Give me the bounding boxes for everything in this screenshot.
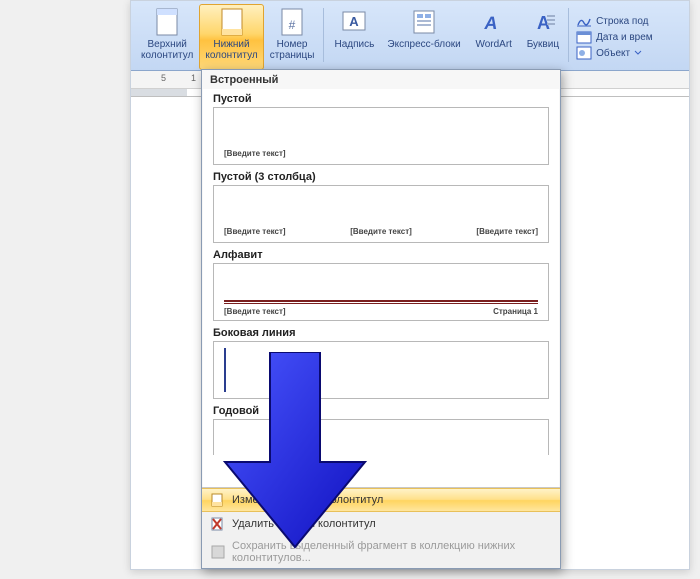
gallery-item-alphabet[interactable]: Алфавит [Введите текст] Страница 1 — [203, 245, 559, 321]
gallery-item-title: Алфавит — [213, 249, 549, 263]
ribbon-label: колонтитул — [141, 50, 193, 61]
gallery-item-sideline[interactable]: Боковая линия — [203, 323, 559, 399]
placeholder-text: [Введите текст] — [350, 227, 412, 236]
edit-footer-action[interactable]: Изменить нижний колонтитул — [202, 488, 560, 512]
text-box-icon: A — [340, 7, 368, 37]
ruler-mark: 5 — [161, 73, 166, 83]
ribbon-label: Номер — [277, 39, 308, 50]
object-icon — [576, 46, 592, 60]
placeholder-text: [Введите текст] — [224, 227, 286, 236]
gallery-item-title: Годовой — [213, 405, 549, 419]
remove-footer-action[interactable]: Удалить нижний колонтитул — [202, 512, 560, 536]
ribbon-separator — [323, 8, 324, 62]
drop-cap-icon: A — [529, 7, 557, 37]
ribbon-label: колонтитул — [205, 50, 257, 61]
svg-text:A: A — [350, 14, 360, 29]
gallery-item-title: Пустой (3 столбца) — [213, 171, 549, 185]
ribbon: Верхний колонтитул Нижний колонтитул # Н… — [131, 1, 689, 71]
ribbon-label: WordArt — [475, 39, 512, 50]
ribbon-small-label: Дата и врем — [596, 32, 653, 43]
ribbon-small-group: Строка под Дата и врем Объект — [572, 4, 657, 70]
chevron-down-icon — [634, 49, 642, 57]
signature-icon — [576, 14, 592, 28]
ribbon-label: Надпись — [335, 39, 375, 50]
text-box-button[interactable]: A Надпись — [327, 4, 381, 70]
placeholder-text: [Введите текст] — [476, 227, 538, 236]
quick-parts-icon — [410, 7, 438, 37]
footer-gallery-dropdown: Встроенный Пустой [Введите текст] Пустой… — [201, 69, 561, 569]
drop-cap-button[interactable]: A Буквиц — [521, 4, 565, 70]
gallery-preview: [Введите текст] Страница 1 — [213, 263, 549, 321]
ribbon-separator — [568, 8, 569, 62]
header-top-button[interactable]: Верхний колонтитул — [135, 4, 199, 70]
action-label: Сохранить выделенный фрагмент в коллекци… — [232, 540, 552, 564]
page-footer-icon — [218, 7, 246, 37]
footer-gallery[interactable]: Пустой [Введите текст] Пустой (3 столбца… — [203, 89, 559, 487]
decorative-rule — [224, 303, 538, 304]
gallery-item-empty[interactable]: Пустой [Введите текст] — [203, 89, 559, 165]
wordart-icon: A — [480, 7, 508, 37]
app-window: Верхний колонтитул Нижний колонтитул # Н… — [130, 0, 690, 570]
svg-text:A: A — [483, 13, 499, 33]
wordart-button[interactable]: A WordArt — [467, 4, 521, 70]
ribbon-label: Нижний — [213, 39, 249, 50]
ribbon-label: Экспресс-блоки — [387, 39, 460, 50]
dropdown-footer: Изменить нижний колонтитул Удалить нижни… — [202, 487, 560, 568]
page-header-icon — [153, 7, 181, 37]
ribbon-label: страницы — [270, 50, 315, 61]
placeholder-text: [Введите текст] — [224, 307, 286, 316]
action-label: Удалить нижний колонтитул — [232, 518, 376, 530]
gallery-section-header: Встроенный — [202, 70, 560, 89]
signature-line-button[interactable]: Строка под — [576, 13, 653, 29]
ribbon-label: Верхний — [147, 39, 186, 50]
ribbon-small-label: Объект — [596, 48, 630, 59]
gallery-preview: [Введите текст] [Введите текст] [Введите… — [213, 185, 549, 243]
gallery-item-annual[interactable]: Годовой — [203, 401, 559, 455]
edit-icon — [210, 492, 226, 508]
date-time-button[interactable]: Дата и врем — [576, 29, 653, 45]
gallery-preview — [213, 419, 549, 455]
page-number-button[interactable]: # Номер страницы — [264, 4, 321, 70]
gallery-item-title: Пустой — [213, 93, 549, 107]
save-to-gallery-action: Сохранить выделенный фрагмент в коллекци… — [202, 536, 560, 568]
calendar-icon — [576, 30, 592, 44]
delete-icon — [210, 516, 226, 532]
gallery-preview — [213, 341, 549, 399]
page-label: Страница 1 — [493, 307, 538, 316]
ribbon-small-label: Строка под — [596, 16, 648, 27]
gallery-item-title: Боковая линия — [213, 327, 549, 341]
placeholder-text: [Введите текст] — [224, 149, 286, 158]
decorative-rule — [224, 348, 226, 392]
action-label: Изменить нижний колонтитул — [232, 494, 383, 506]
header-bottom-button[interactable]: Нижний колонтитул — [199, 4, 263, 70]
svg-text:#: # — [289, 18, 296, 32]
decorative-rule — [224, 300, 538, 302]
ruler-mark: 1 — [191, 73, 196, 83]
gallery-item-3col[interactable]: Пустой (3 столбца) [Введите текст] [Введ… — [203, 167, 559, 243]
gallery-preview: [Введите текст] — [213, 107, 549, 165]
save-icon — [210, 544, 226, 560]
ribbon-label: Буквиц — [527, 39, 559, 50]
page-number-icon: # — [278, 7, 306, 37]
quick-parts-button[interactable]: Экспресс-блоки — [381, 4, 466, 70]
object-button[interactable]: Объект — [576, 45, 653, 61]
